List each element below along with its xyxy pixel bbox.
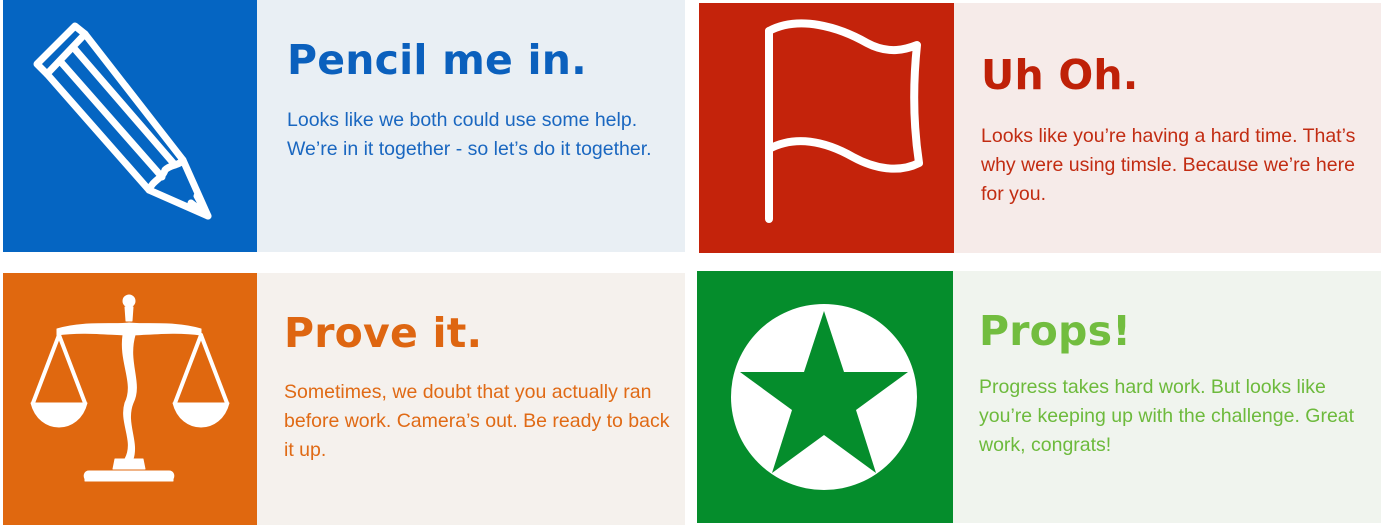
scales-icon	[30, 294, 230, 482]
card-text: Pencil me in. Looks like we both could u…	[257, 0, 685, 252]
card-title: Pencil me in.	[287, 36, 587, 84]
flag-icon-tile	[699, 3, 954, 253]
scales-icon-tile	[3, 273, 257, 525]
card-text: Uh Oh. Looks like you’re having a hard t…	[954, 3, 1381, 253]
star-icon-tile	[697, 271, 953, 523]
card-props: Props! Progress takes hard work. But loo…	[697, 271, 1381, 523]
card-prove-it: Prove it. Sometimes, we doubt that you a…	[3, 273, 685, 525]
card-body: Sometimes, we doubt that you actually ra…	[284, 381, 670, 461]
flag-icon	[765, 19, 923, 223]
card-text: Props! Progress takes hard work. But loo…	[953, 271, 1381, 523]
card-title: Props!	[979, 307, 1132, 355]
card-body: Looks like you’re having a hard time. Th…	[981, 125, 1356, 205]
pencil-icon-tile	[3, 0, 257, 252]
card-uh-oh: Uh Oh. Looks like you’re having a hard t…	[699, 3, 1381, 253]
card-title: Prove it.	[284, 309, 483, 357]
card-body: Looks like we both could use some help. …	[287, 109, 652, 160]
star-icon	[731, 304, 917, 490]
card-body: Progress takes hard work. But looks like…	[979, 376, 1355, 456]
pencil-icon	[33, 22, 212, 220]
card-text: Prove it. Sometimes, we doubt that you a…	[257, 273, 685, 525]
card-title: Uh Oh.	[981, 51, 1139, 99]
card-pencil-me-in: Pencil me in. Looks like we both could u…	[3, 0, 685, 252]
